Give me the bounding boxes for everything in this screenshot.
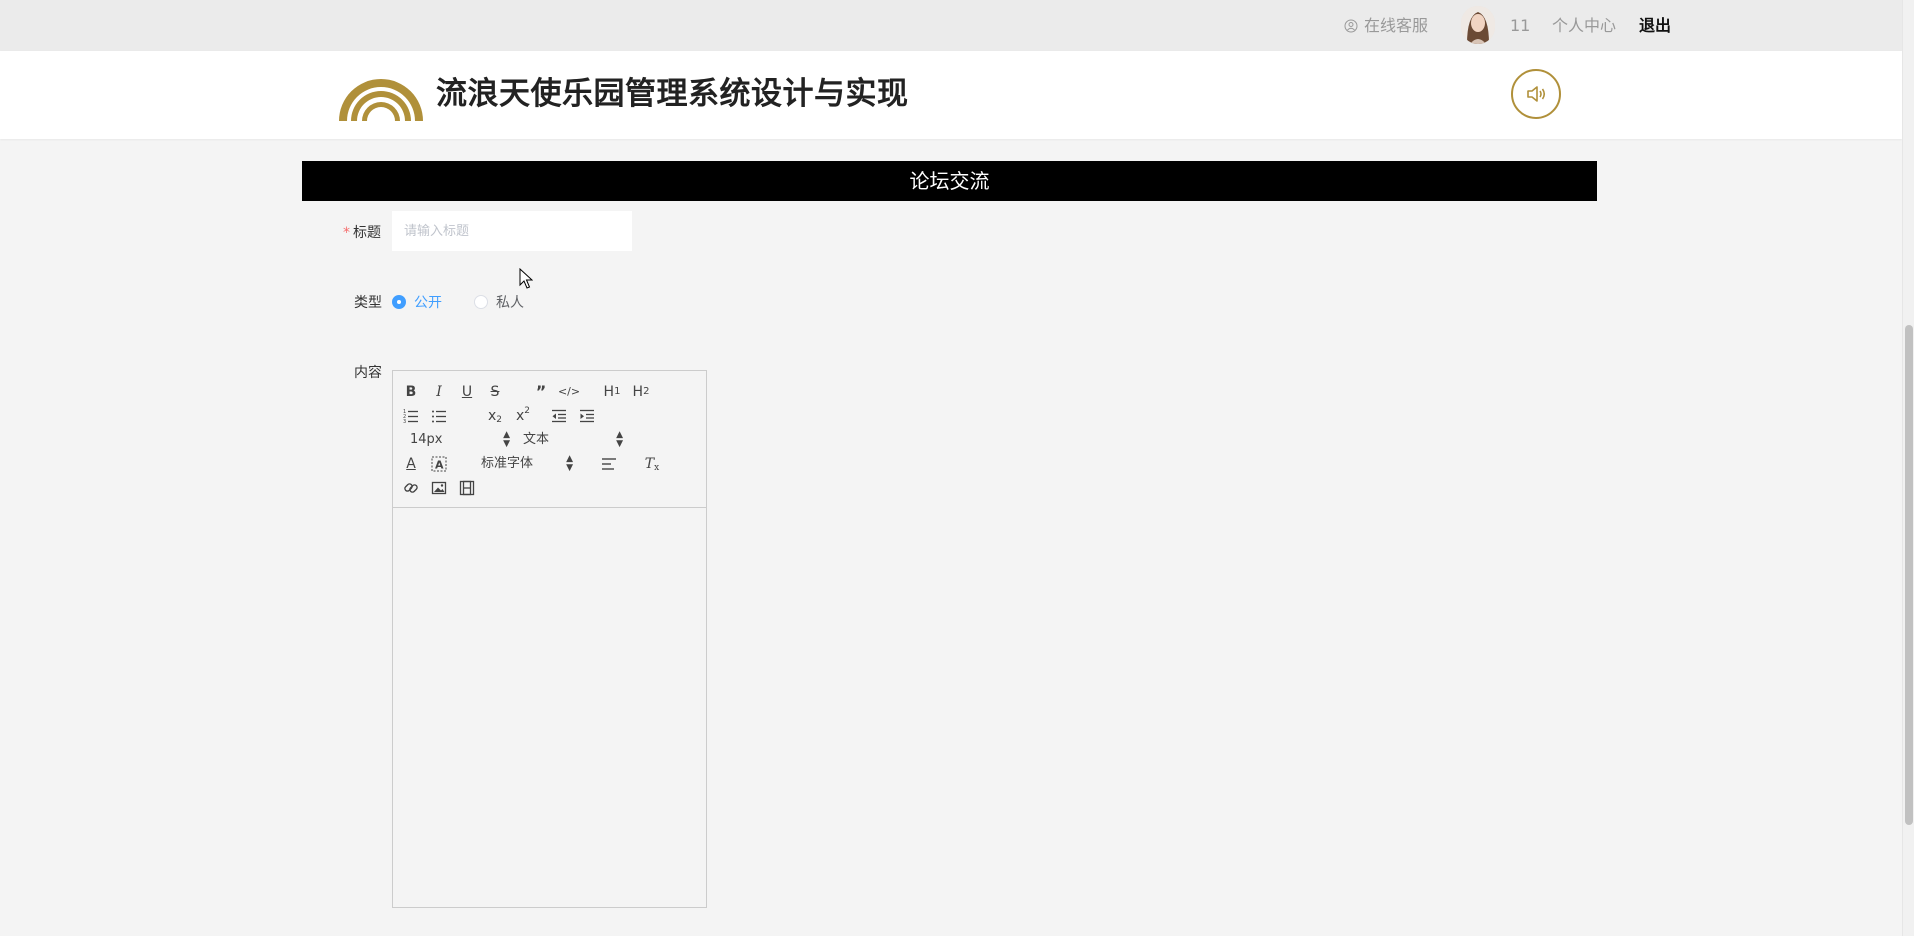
image-icon[interactable] [428,479,450,497]
select-arrows-icon: ▲ ▼ [616,430,623,449]
subscript-icon[interactable]: x2 [484,407,506,425]
site-title: 流浪天使乐园管理系统设计与实现 [436,76,909,112]
required-marker: * [343,225,350,241]
site-header: 流浪天使乐园管理系统设计与实现 [0,51,1902,139]
font-family-select[interactable]: 标准字体 ▲ ▼ [481,455,573,473]
title-input[interactable] [392,211,632,251]
header-style-value: 文本 [523,432,550,447]
top-utility-bar: 在线客服 11 个人中心 退出 [0,0,1902,51]
rich-text-editor: B I U S ” </> H1 H2 123 x2 x2 14px ▲ ▼ 文本… [392,370,707,908]
select-arrows-icon: ▲ ▼ [503,430,510,449]
strikethrough-icon[interactable]: S [484,383,506,401]
site-logo-icon [339,79,423,121]
font-size-value: 14px [410,432,443,447]
type-option-private: 私人 [496,295,524,311]
svg-text:A: A [435,459,444,472]
header-1-icon[interactable]: H1 [599,383,625,401]
font-family-value: 标准字体 [481,456,534,471]
content-label: 内容 [354,365,382,381]
username: 11 [1510,16,1531,35]
align-left-icon[interactable] [598,455,620,473]
ordered-list-icon[interactable]: 123 [400,407,422,425]
speaker-icon [1527,86,1546,102]
font-color-icon[interactable]: A [400,455,422,473]
video-icon[interactable] [456,479,478,497]
blockquote-icon[interactable]: ” [530,383,552,401]
svg-text:3: 3 [403,419,406,424]
link-icon[interactable] [400,479,422,497]
header-style-select[interactable]: 文本 ▲ ▼ [523,431,623,449]
radio-unchecked-icon [474,295,488,309]
header-2-icon[interactable]: H2 [628,383,654,401]
section-title: 论坛交流 [302,161,1597,201]
outdent-icon[interactable] [548,407,570,425]
underline-icon[interactable]: U [456,383,478,401]
type-radio-private[interactable]: 私人 [474,292,524,312]
music-toggle-button[interactable] [1511,69,1561,119]
title-label: * 标题 [343,225,381,241]
type-option-public: 公开 [414,295,442,311]
logout-link[interactable]: 退出 [1639,0,1671,51]
clear-format-icon[interactable]: Tx [641,455,663,473]
font-size-select[interactable]: 14px ▲ ▼ [410,431,510,449]
italic-icon[interactable]: I [428,383,450,401]
mouse-cursor-icon [519,268,533,289]
bullet-list-icon[interactable] [428,407,450,425]
personal-center-link[interactable]: 个人中心 [1552,0,1616,51]
indent-icon[interactable] [576,407,598,425]
type-label: 类型 [354,295,382,311]
bold-icon[interactable]: B [400,383,422,401]
user-circle-icon [1344,19,1358,32]
editor-toolbar: B I U S ” </> H1 H2 123 x2 x2 14px ▲ ▼ 文本… [393,371,706,508]
code-block-icon[interactable]: </> [558,383,580,401]
editor-content-area[interactable] [393,508,706,907]
select-arrows-icon: ▲ ▼ [566,454,573,473]
background-color-icon[interactable]: A [428,455,450,473]
type-radio-public[interactable]: 公开 [392,292,442,312]
scrollbar-thumb[interactable] [1905,325,1913,825]
avatar[interactable] [1461,6,1495,44]
online-service-link[interactable]: 在线客服 [1344,0,1428,51]
superscript-icon[interactable]: x2 [512,406,534,425]
online-service-label: 在线客服 [1364,16,1429,35]
radio-checked-icon [392,295,406,309]
page-scrollbar[interactable] [1902,0,1914,936]
